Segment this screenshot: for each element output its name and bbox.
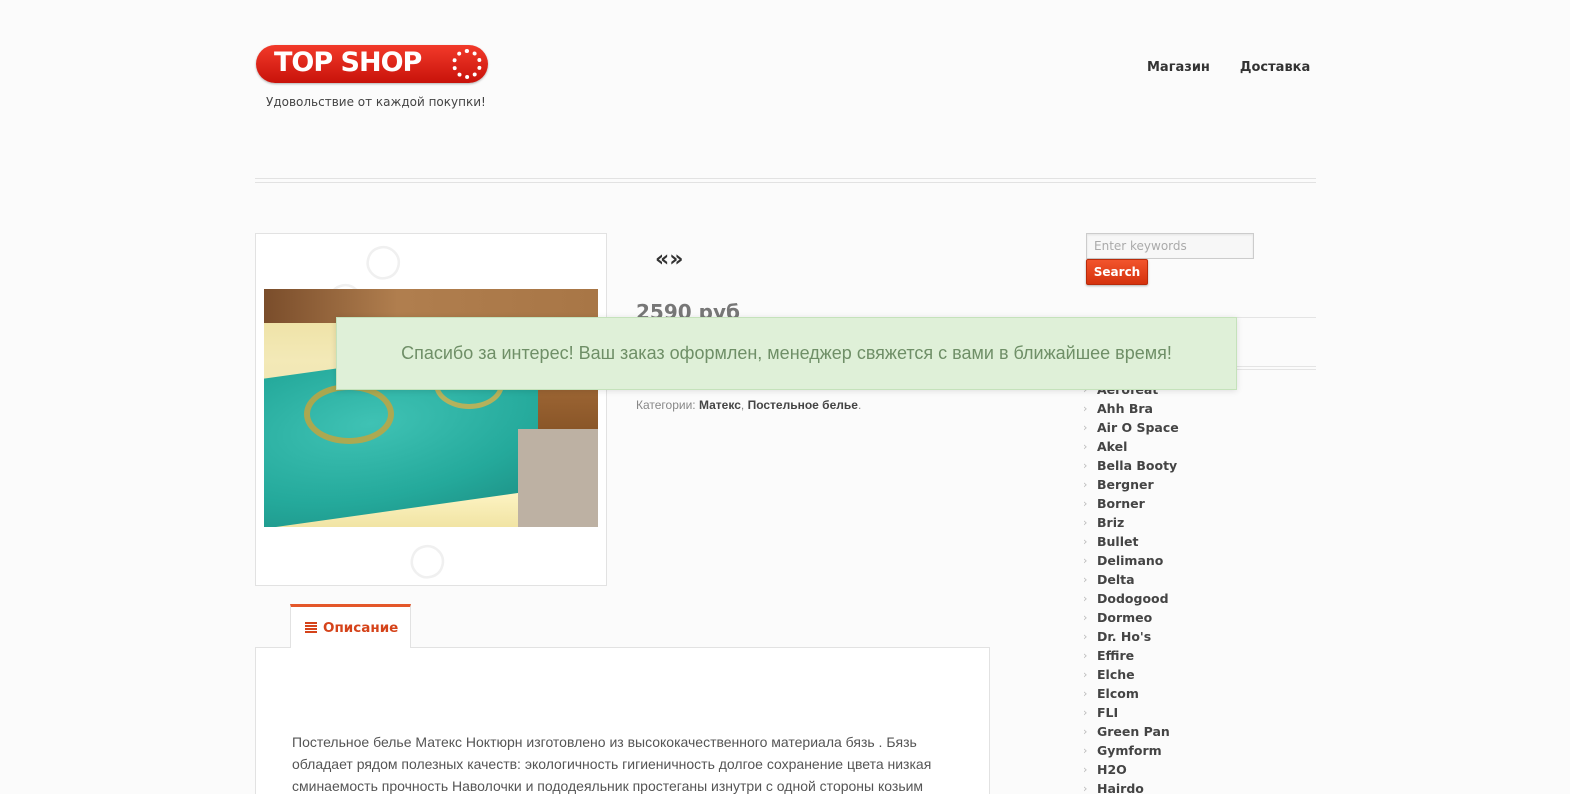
brand-link[interactable]: Bella Booty	[1097, 458, 1177, 473]
chevron-right-icon: ›	[1083, 668, 1088, 681]
nav-item-delivery[interactable]: Доставка	[1240, 60, 1310, 75]
brand-link[interactable]: Elche	[1097, 667, 1135, 682]
chevron-right-icon: ›	[1083, 554, 1088, 567]
chevron-right-icon: ›	[1083, 497, 1088, 510]
logo-text: TOP SHOP	[274, 47, 422, 78]
list-item: › Briz	[1083, 513, 1179, 532]
chevron-right-icon: ›	[1083, 725, 1088, 738]
brand-link[interactable]: Dr. Ho's	[1097, 629, 1151, 644]
brand-link[interactable]: H2O	[1097, 762, 1127, 777]
brand-link[interactable]: Effire	[1097, 648, 1134, 663]
category-link[interactable]: Матекс	[699, 398, 741, 412]
list-item: › Akel	[1083, 437, 1179, 456]
product-categories: Категории: Матекс, Постельное белье.	[636, 398, 862, 412]
product-pager[interactable]: «»	[655, 247, 683, 272]
brand-link[interactable]: Bergner	[1097, 477, 1154, 492]
list-item: › Dodogood	[1083, 589, 1179, 608]
chevron-right-icon: ›	[1083, 782, 1088, 794]
brand-link[interactable]: Bullet	[1097, 534, 1138, 549]
list-icon	[305, 622, 317, 633]
list-item: › FLI	[1083, 703, 1179, 722]
brand-list: ›Aerofeat›Ahh Bra›Air O Space›Akel›Bella…	[1083, 380, 1179, 794]
chevron-right-icon: ›	[1083, 478, 1088, 491]
chevron-right-icon: ›	[1083, 744, 1088, 757]
search-input[interactable]	[1086, 233, 1254, 259]
brand-link[interactable]: Delta	[1097, 572, 1135, 587]
list-item: › Bergner	[1083, 475, 1179, 494]
chevron-right-icon: ›	[1083, 402, 1088, 415]
order-success-notice: Спасибо за интерес! Ваш заказ оформлен, …	[336, 317, 1237, 390]
description-panel: Постельное белье Матекс Ноктюрн изготовл…	[255, 647, 990, 794]
brand-link[interactable]: Air O Space	[1097, 420, 1179, 435]
brand-link[interactable]: Dodogood	[1097, 591, 1169, 606]
header-divider	[255, 178, 1316, 183]
chevron-right-icon: ›	[1083, 459, 1088, 472]
chevron-right-icon: ›	[1083, 573, 1088, 586]
chevron-right-icon: ›	[1083, 421, 1088, 434]
chevron-right-icon: ›	[1083, 535, 1088, 548]
notice-message: Спасибо за интерес! Ваш заказ оформлен, …	[401, 343, 1172, 363]
list-item: › Bella Booty	[1083, 456, 1179, 475]
logo-ring-icon	[452, 49, 482, 79]
list-item: › Dr. Ho's	[1083, 627, 1179, 646]
brand-link[interactable]: Borner	[1097, 496, 1145, 511]
chevron-right-icon: ›	[1083, 706, 1088, 719]
description-text: Постельное белье Матекс Ноктюрн изготовл…	[292, 734, 932, 794]
search-button[interactable]: Search	[1086, 259, 1148, 285]
list-item: › Gymform	[1083, 741, 1179, 760]
chevron-right-icon: ›	[1083, 516, 1088, 529]
top-nav: Магазин Доставка	[1147, 60, 1310, 75]
brand-link[interactable]: Elcom	[1097, 686, 1139, 701]
brand-link[interactable]: Green Pan	[1097, 724, 1170, 739]
brand-link[interactable]: Delimano	[1097, 553, 1163, 568]
chevron-right-icon: ›	[1083, 630, 1088, 643]
list-item: › Hairdo	[1083, 779, 1179, 794]
chevron-right-icon: ›	[1083, 763, 1088, 776]
tab-description[interactable]: Описание	[290, 604, 411, 648]
list-item: › Elcom	[1083, 684, 1179, 703]
list-item: › H2O	[1083, 760, 1179, 779]
brand-link[interactable]: Ahh Bra	[1097, 401, 1153, 416]
list-item: › Air O Space	[1083, 418, 1179, 437]
chevron-right-icon: ›	[1083, 611, 1088, 624]
list-item: › Green Pan	[1083, 722, 1179, 741]
category-link[interactable]: Постельное белье	[748, 398, 858, 412]
watermark-icon: ○	[393, 527, 457, 586]
list-item: › Effire	[1083, 646, 1179, 665]
brand-link[interactable]: Dormeo	[1097, 610, 1152, 625]
list-item: › Borner	[1083, 494, 1179, 513]
brand-link[interactable]: FLI	[1097, 705, 1118, 720]
list-item: › Delta	[1083, 570, 1179, 589]
chevron-right-icon: ›	[1083, 440, 1088, 453]
brand-link[interactable]: Briz	[1097, 515, 1124, 530]
tagline: Удовольствие от каждой покупки!	[266, 95, 486, 109]
list-item: › Elche	[1083, 665, 1179, 684]
brand-link[interactable]: Gymform	[1097, 743, 1162, 758]
brand-link[interactable]: Hairdo	[1097, 781, 1144, 794]
chevron-right-icon: ›	[1083, 649, 1088, 662]
logo[interactable]: TOP SHOP	[256, 45, 490, 85]
list-item: › Dormeo	[1083, 608, 1179, 627]
list-item: › Delimano	[1083, 551, 1179, 570]
categories-label: Категории:	[636, 398, 696, 412]
list-item: › Ahh Bra	[1083, 399, 1179, 418]
brand-link[interactable]: Akel	[1097, 439, 1127, 454]
list-item: › Bullet	[1083, 532, 1179, 551]
chevron-right-icon: ›	[1083, 687, 1088, 700]
tab-label: Описание	[323, 619, 399, 636]
chevron-right-icon: ›	[1083, 592, 1088, 605]
product-image[interactable]: ○ ○ ○	[255, 233, 607, 586]
nav-item-shop[interactable]: Магазин	[1147, 60, 1210, 75]
